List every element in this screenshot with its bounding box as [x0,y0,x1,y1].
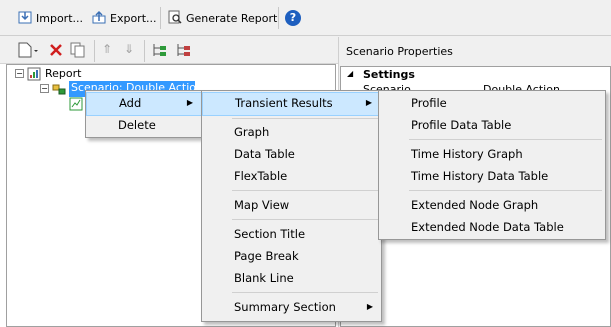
toolbar-separator [160,7,161,29]
menu-item-blank-line[interactable]: Blank Line [202,267,381,289]
menu-item-data-table[interactable]: Data Table [202,143,381,165]
menu-item-label: Delete [118,118,156,132]
menu-item-delete[interactable]: Delete [86,114,202,136]
report-magnifier-icon [168,10,182,27]
expand-all-icon[interactable] [152,42,168,61]
settings-section-label: Settings [363,68,415,81]
menu-item-label: Page Break [234,249,299,263]
menu-item-label: Extended Node Graph [411,198,539,212]
import-button[interactable]: Import... [18,8,83,28]
menu-item-extended-node-graph[interactable]: Extended Node Graph [379,194,605,216]
report-icon [27,67,41,84]
menu-item-extended-node-data-table[interactable]: Extended Node Data Table [379,216,605,238]
help-icon[interactable]: ? [285,10,301,26]
menu-item-label: Section Title [234,227,306,241]
export-button[interactable]: Export... [92,8,157,28]
delete-icon[interactable] [48,42,64,61]
menu-item-label: Profile [411,96,447,110]
generate-report-button[interactable]: Generate Report [168,8,277,28]
menu-item-label: Transient Results [235,96,333,110]
move-up-icon[interactable]: ⇑ [102,42,112,56]
menu-item-section-title[interactable]: Section Title [202,223,381,245]
menu-separator [232,292,378,293]
menu-separator [409,139,602,140]
tree-root-label[interactable]: Report [45,67,81,80]
menu-item-label: Time History Data Table [411,169,549,183]
menu-separator [232,190,378,191]
menu-separator [232,118,378,119]
tree-toolbar: ⇑ ⇓ [0,37,338,64]
menu-item-map-view[interactable]: Map View [202,194,381,216]
menu-item-time-history-data-table[interactable]: Time History Data Table [379,165,605,187]
menu-item-graph[interactable]: Graph [202,121,381,143]
graph-node-icon [69,97,83,114]
menu-item-label: Profile Data Table [411,118,512,132]
new-item-icon[interactable] [18,42,40,61]
menu-item-label: Blank Line [234,271,294,285]
menu-item-add[interactable]: Add ▶ [86,92,202,116]
toolbar-separator [94,40,95,62]
menu-separator [232,219,378,220]
context-menu: Add ▶ Delete [85,90,203,138]
toolbar-separator [278,7,279,29]
menu-item-label: Time History Graph [411,147,523,161]
submenu-arrow-icon: ▶ [366,302,373,311]
properties-title: Scenario Properties [346,45,453,58]
copy-icon[interactable] [70,42,86,61]
move-down-icon[interactable]: ⇓ [124,42,134,56]
menu-item-label: FlexTable [234,169,288,183]
menu-item-label: Graph [234,125,270,139]
menu-item-page-break[interactable]: Page Break [202,245,381,267]
collapse-all-icon[interactable] [176,42,192,61]
menu-item-label: Extended Node Data Table [411,220,564,234]
menu-item-flextable[interactable]: FlexTable [202,165,381,187]
export-label: Export... [110,11,157,25]
menu-item-profile-data-table[interactable]: Profile Data Table [379,114,605,136]
menu-separator [409,190,602,191]
import-label: Import... [36,11,83,25]
submenu-arrow-icon: ▶ [365,98,372,107]
menu-item-profile[interactable]: Profile [379,92,605,114]
menu-item-label: Data Table [234,147,295,161]
submenu-arrow-icon: ▶ [186,98,193,107]
toolbar-separator [144,40,145,62]
section-collapse-icon[interactable]: ◢ [347,69,353,78]
menu-item-time-history-graph[interactable]: Time History Graph [379,143,605,165]
main-toolbar: Import... Export... Generate Report ? [0,0,611,36]
add-submenu: Transient Results ▶ Graph Data Table Fle… [201,90,382,322]
export-icon [92,10,106,27]
menu-item-label: Add [119,96,142,110]
collapse-toggle[interactable]: − [40,84,49,93]
generate-report-label: Generate Report [186,11,278,25]
menu-item-label: Map View [234,198,290,212]
scenario-icon [52,82,66,99]
transient-results-submenu: Profile Profile Data Table Time History … [378,90,606,240]
collapse-toggle[interactable]: − [15,69,24,78]
menu-item-transient-results[interactable]: Transient Results ▶ [202,92,381,116]
menu-item-summary-section[interactable]: Summary Section ▶ [202,296,381,318]
menu-item-label: Summary Section [234,300,336,314]
import-icon [18,10,32,27]
